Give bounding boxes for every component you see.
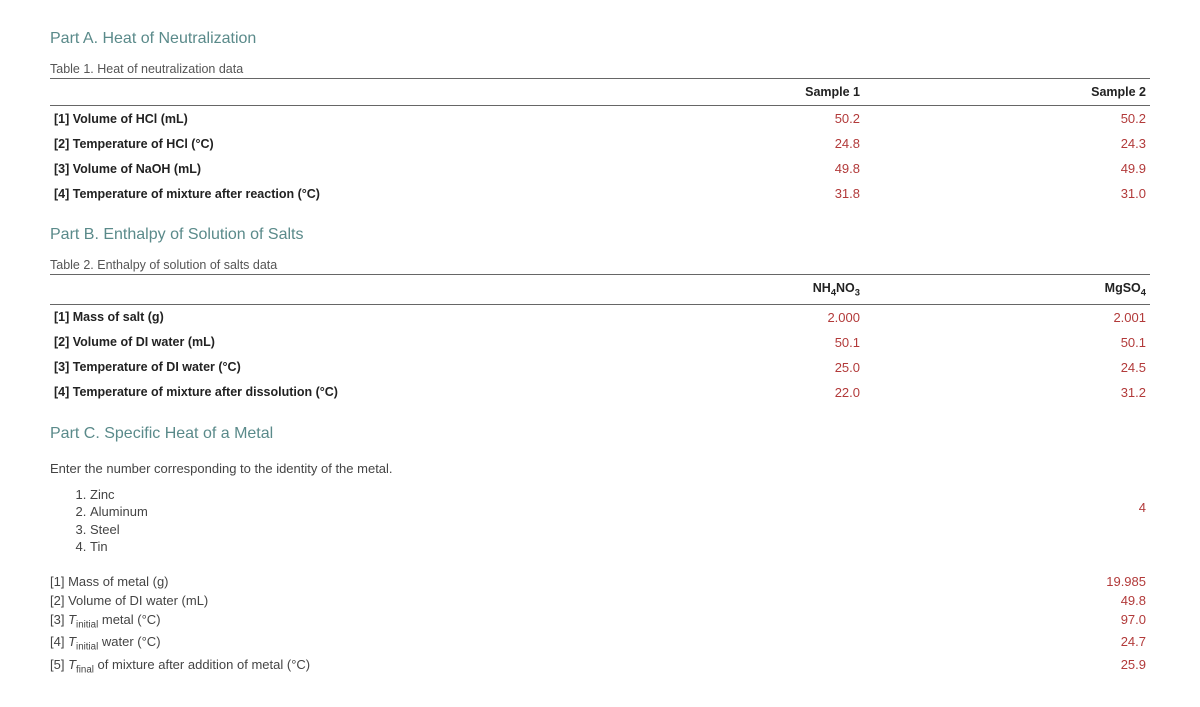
row-label: [1] Mass of metal (g) xyxy=(50,574,1106,589)
row-label: [4] Temperature of mixture after reactio… xyxy=(50,181,732,206)
cell-value: 24.5 xyxy=(864,355,1150,380)
table-row: [4] Temperature of mixture after reactio… xyxy=(50,181,1150,206)
list-item: Aluminum xyxy=(90,503,148,521)
list-item: Zinc xyxy=(90,486,148,504)
list-item: Steel xyxy=(90,521,148,539)
cell-value: 49.8 xyxy=(732,156,864,181)
cell-value: 19.985 xyxy=(1106,574,1146,589)
table-row: [4] Tinitial water (°C) 24.7 xyxy=(50,632,1150,655)
cell-value: 49.9 xyxy=(864,156,1150,181)
cell-value: 50.2 xyxy=(864,106,1150,132)
table1-col1-header: Sample 1 xyxy=(732,79,864,106)
table2-caption: Table 2. Enthalpy of solution of salts d… xyxy=(50,258,1150,272)
cell-value: 31.2 xyxy=(864,380,1150,405)
table-row: [1] Mass of salt (g) 2.000 2.001 xyxy=(50,304,1150,330)
table-row: [5] Tfinal of mixture after addition of … xyxy=(50,655,1150,678)
row-label: [1] Volume of HCl (mL) xyxy=(50,106,732,132)
row-label: [1] Mass of salt (g) xyxy=(50,304,732,330)
cell-value: 25.0 xyxy=(732,355,864,380)
part-a-title: Part A. Heat of Neutralization xyxy=(50,30,1150,48)
partc-instruction: Enter the number corresponding to the id… xyxy=(50,461,1150,476)
table-row: [2] Volume of DI water (mL) 50.1 50.1 xyxy=(50,330,1150,355)
cell-value: 97.0 xyxy=(1121,612,1146,631)
cell-value: 25.9 xyxy=(1121,657,1146,676)
cell-value: 2.001 xyxy=(864,304,1150,330)
cell-value: 50.2 xyxy=(732,106,864,132)
table1: Sample 1 Sample 2 [1] Volume of HCl (mL)… xyxy=(50,78,1150,206)
table-row: [4] Temperature of mixture after dissolu… xyxy=(50,380,1150,405)
table-row: [1] Mass of metal (g) 19.985 xyxy=(50,572,1150,591)
cell-value: 24.8 xyxy=(732,131,864,156)
cell-value: 50.1 xyxy=(864,330,1150,355)
table-row: [2] Volume of DI water (mL) 49.8 xyxy=(50,591,1150,610)
cell-value: 50.1 xyxy=(732,330,864,355)
cell-value: 31.0 xyxy=(864,181,1150,206)
part-b-title: Part B. Enthalpy of Solution of Salts xyxy=(50,226,1150,244)
table1-caption: Table 1. Heat of neutralization data xyxy=(50,62,1150,76)
row-label: [2] Volume of DI water (mL) xyxy=(50,593,1121,608)
row-label: [2] Temperature of HCl (°C) xyxy=(50,131,732,156)
table2: NH4NO3 MgSO4 [1] Mass of salt (g) 2.000 … xyxy=(50,274,1150,405)
row-label: [4] Tinitial water (°C) xyxy=(50,634,1121,653)
table1-col2-header: Sample 2 xyxy=(864,79,1150,106)
list-item: Tin xyxy=(90,538,148,556)
table-row: [3] Volume of NaOH (mL) 49.8 49.9 xyxy=(50,156,1150,181)
table-row: [2] Temperature of HCl (°C) 24.8 24.3 xyxy=(50,131,1150,156)
row-label: [5] Tfinal of mixture after addition of … xyxy=(50,657,1121,676)
table-row: [3] Temperature of DI water (°C) 25.0 24… xyxy=(50,355,1150,380)
metal-identity-answer: 4 xyxy=(1139,486,1150,515)
cell-value: 24.3 xyxy=(864,131,1150,156)
cell-value: 31.8 xyxy=(732,181,864,206)
row-label: [3] Volume of NaOH (mL) xyxy=(50,156,732,181)
partc-measurements: [1] Mass of metal (g) 19.985 [2] Volume … xyxy=(50,572,1150,678)
table2-col1-header: NH4NO3 xyxy=(732,275,864,305)
row-label: [4] Temperature of mixture after dissolu… xyxy=(50,380,732,405)
row-label: [3] Tinitial metal (°C) xyxy=(50,612,1121,631)
table-row: [3] Tinitial metal (°C) 97.0 xyxy=(50,610,1150,633)
cell-value: 24.7 xyxy=(1121,634,1146,653)
row-label: [2] Volume of DI water (mL) xyxy=(50,330,732,355)
cell-value: 49.8 xyxy=(1121,593,1146,608)
cell-value: 2.000 xyxy=(732,304,864,330)
metal-list: Zinc Aluminum Steel Tin xyxy=(90,486,148,556)
row-label: [3] Temperature of DI water (°C) xyxy=(50,355,732,380)
table2-col2-header: MgSO4 xyxy=(864,275,1150,305)
table-row: [1] Volume of HCl (mL) 50.2 50.2 xyxy=(50,106,1150,132)
cell-value: 22.0 xyxy=(732,380,864,405)
part-c-title: Part C. Specific Heat of a Metal xyxy=(50,425,1150,443)
